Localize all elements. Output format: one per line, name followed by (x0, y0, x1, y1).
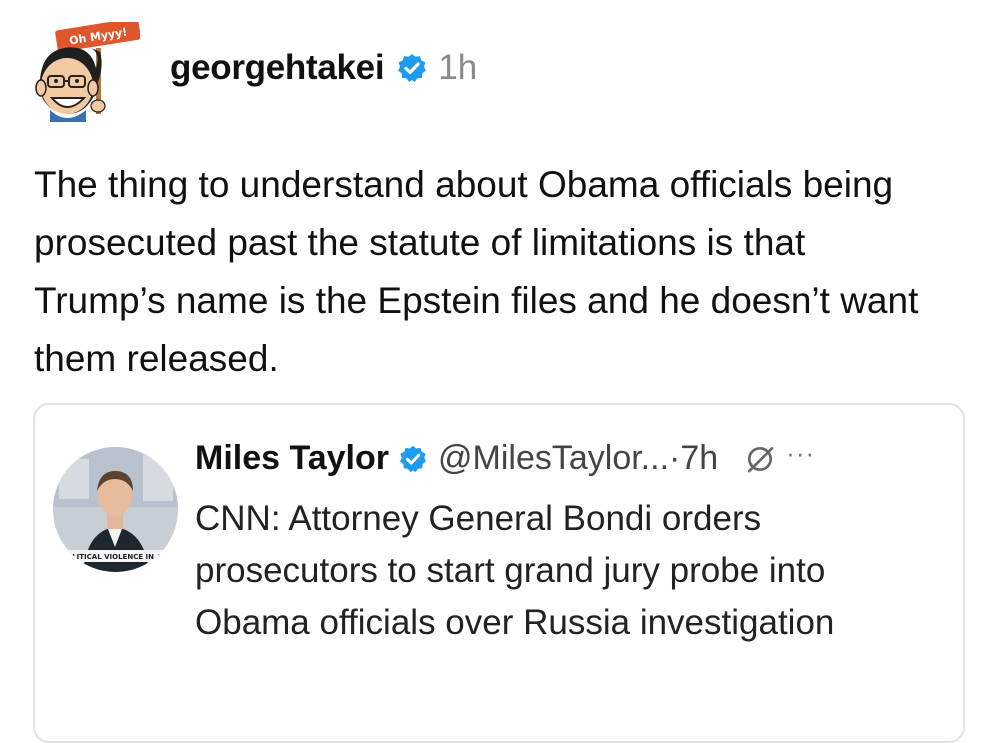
author-handle[interactable]: georgehtakei (170, 48, 385, 88)
quoted-post-card[interactable]: POLITICAL VIOLENCE IN AM Miles Taylor @M… (33, 403, 965, 743)
quoted-author-row: Miles Taylor @MilesTaylor...·7h ··· (195, 438, 815, 478)
avatar-banner-text: POLITICAL VIOLENCE IN AM (61, 553, 169, 561)
post-header: Oh Myyy! georgehtakei 1h (30, 22, 970, 132)
quoted-author-name[interactable]: Miles Taylor (195, 439, 389, 478)
grok-icon[interactable] (744, 443, 776, 475)
more-options-icon[interactable]: ··· (786, 438, 815, 469)
post-time: 1h (438, 48, 478, 87)
author-row: georgehtakei 1h (170, 48, 477, 88)
quoted-author-avatar[interactable]: POLITICAL VIOLENCE IN AM (53, 447, 178, 572)
verified-badge-icon (400, 445, 426, 472)
author-avatar[interactable]: Oh Myyy! (30, 22, 140, 127)
quoted-handle-time[interactable]: @MilesTaylor...·7h (438, 439, 718, 478)
verified-badge-icon (398, 54, 427, 82)
quoted-post-body: CNN: Attorney General Bondi orders prose… (195, 499, 835, 642)
post-body: The thing to understand about Obama offi… (34, 164, 919, 379)
